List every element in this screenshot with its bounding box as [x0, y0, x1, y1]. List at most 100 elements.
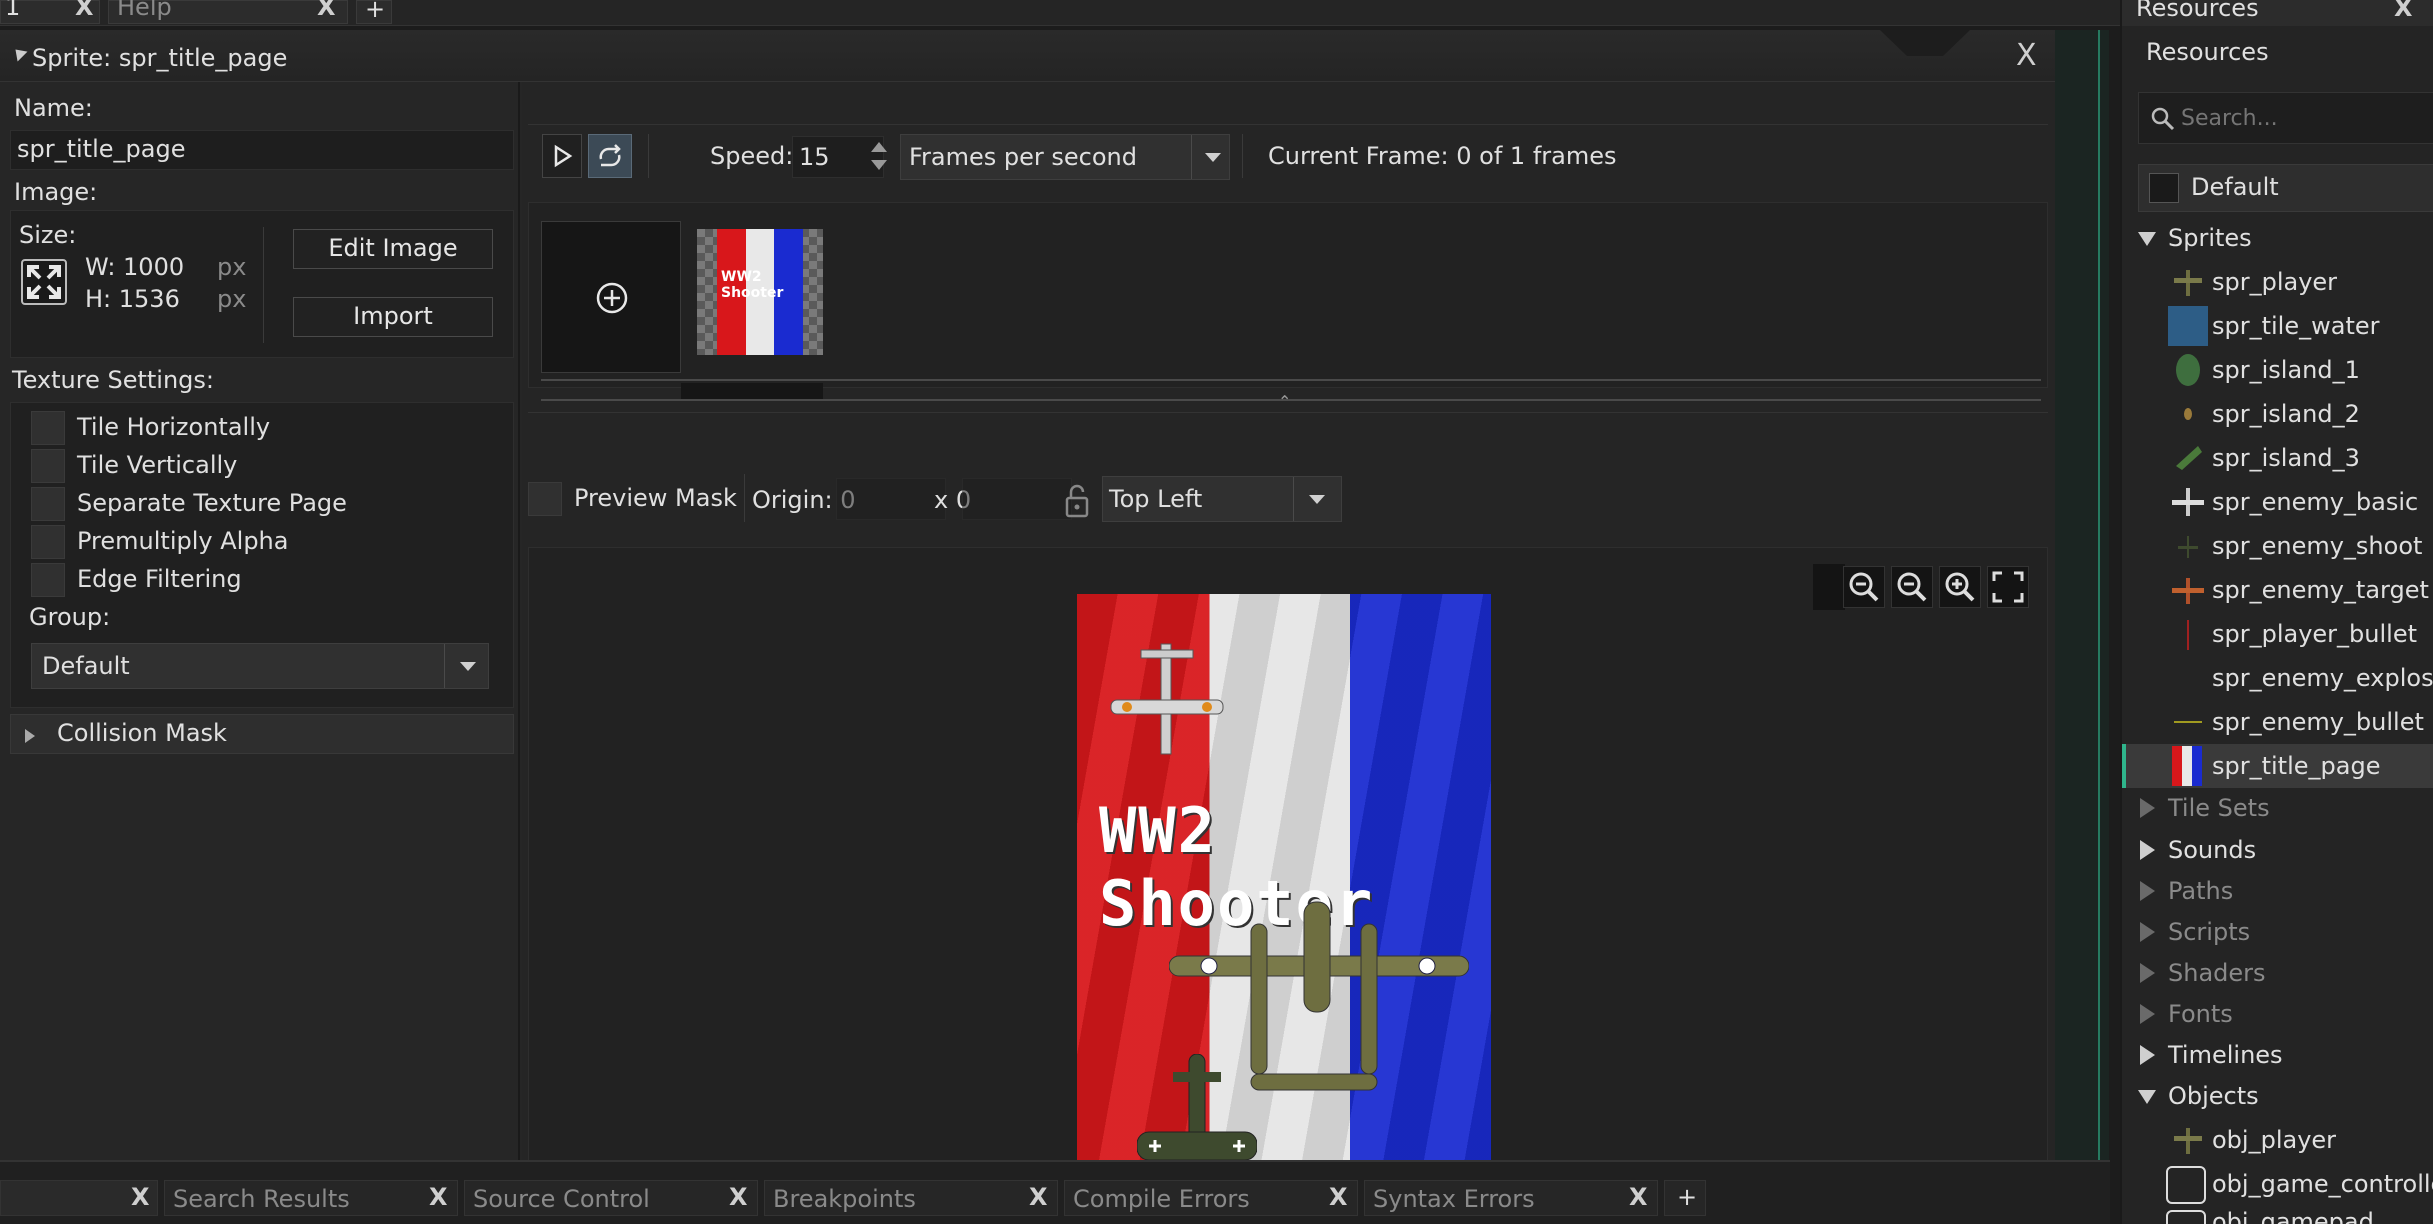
premultiply-alpha-checkbox[interactable] — [31, 525, 65, 559]
close-icon[interactable]: X — [75, 0, 94, 21]
resources-tab[interactable]: Resources X — [2122, 0, 2433, 26]
tab-compile-errors[interactable]: Compile Errors X — [1064, 1180, 1358, 1216]
collision-mask-section[interactable]: Collision Mask — [10, 714, 514, 754]
tab-search-results[interactable]: Search Results X — [164, 1180, 458, 1216]
folder-timelines[interactable]: Timelines — [2122, 1035, 2433, 1079]
resources-search[interactable] — [2138, 92, 2433, 144]
origin-x-field[interactable] — [836, 478, 946, 520]
origin-y-field[interactable] — [962, 478, 1072, 520]
folder-shaders[interactable]: Shaders — [2122, 953, 2433, 997]
resource-item-spr-enemy-explosion[interactable]: spr_enemy_explosio — [2122, 656, 2433, 700]
tab-source-control[interactable]: Source Control X — [464, 1180, 758, 1216]
resource-item-spr-tile-water[interactable]: spr_tile_water — [2122, 304, 2433, 348]
resource-group-selector[interactable]: Default — [2138, 164, 2433, 212]
zoom-out-button[interactable] — [1891, 566, 1933, 608]
timeline-track[interactable] — [541, 379, 2041, 381]
lock-icon[interactable] — [1062, 482, 1092, 520]
separate-texture-page-checkbox[interactable] — [31, 487, 65, 521]
close-icon[interactable]: X — [2394, 0, 2413, 22]
folder-sounds[interactable]: Sounds — [2122, 830, 2433, 874]
chevron-up-icon[interactable] — [871, 142, 887, 152]
texture-settings-label: Texture Settings: — [12, 366, 215, 394]
resources-panel: Resources X Resources Default Sprites sp… — [2120, 0, 2433, 1224]
resource-item-obj-gamepad[interactable]: obj_gamepad — [2122, 1206, 2433, 1224]
speed-stepper[interactable] — [868, 138, 890, 176]
chevron-down-icon[interactable] — [871, 160, 887, 170]
size-label: Size: — [19, 221, 77, 249]
tile-vertically-checkbox[interactable] — [31, 449, 65, 483]
zoom-toolbar-grip[interactable] — [1813, 564, 1845, 610]
close-icon[interactable]: X — [1029, 1183, 1048, 1211]
tab-output[interactable]: X — [0, 1180, 158, 1216]
close-window-icon[interactable]: X — [2016, 38, 2037, 73]
resource-item-spr-player[interactable]: spr_player — [2122, 260, 2433, 304]
resource-item-spr-island-1[interactable]: spr_island_1 — [2122, 348, 2433, 392]
close-icon[interactable]: X — [1329, 1183, 1348, 1211]
resource-item-obj-player[interactable]: obj_player — [2122, 1118, 2433, 1162]
resource-label: spr_enemy_basic — [2212, 488, 2419, 516]
search-input[interactable] — [2181, 103, 2431, 133]
close-icon[interactable]: X — [317, 0, 336, 21]
resource-item-spr-enemy-bullet[interactable]: spr_enemy_bullet — [2122, 700, 2433, 744]
tab-workspace-1[interactable]: 1 X — [0, 0, 100, 24]
resource-label: obj_player — [2212, 1126, 2337, 1154]
width-unit: px — [217, 253, 247, 281]
folder-paths[interactable]: Paths — [2122, 871, 2433, 915]
plane-icon — [2174, 1128, 2202, 1154]
preview-canvas[interactable]: WW2 Shooter — [528, 547, 2048, 1198]
folder-sprites[interactable]: Sprites — [2122, 216, 2433, 260]
expand-icon — [25, 729, 35, 743]
folder-scripts[interactable]: Scripts — [2122, 912, 2433, 956]
folder-label: Objects — [2168, 1082, 2259, 1110]
add-output-tab-button[interactable]: + — [1664, 1180, 1706, 1216]
resource-item-spr-enemy-target[interactable]: spr_enemy_target — [2122, 568, 2433, 612]
edge-filtering-checkbox[interactable] — [31, 563, 65, 597]
island-icon — [2184, 408, 2192, 420]
tab-label: Source Control — [473, 1185, 650, 1213]
edit-image-button[interactable]: Edit Image — [293, 229, 493, 269]
island-icon — [2176, 446, 2202, 470]
tab-syntax-errors[interactable]: Syntax Errors X — [1364, 1180, 1658, 1216]
current-frame-label: Current Frame: 0 of 1 frames — [1268, 142, 1617, 170]
collapse-icon[interactable] — [10, 44, 28, 62]
timeline-playhead[interactable] — [681, 383, 823, 399]
resource-item-spr-enemy-basic[interactable]: spr_enemy_basic — [2122, 480, 2433, 524]
collapse-chevron-icon[interactable]: ⌃ — [1278, 392, 1291, 411]
dropdown-divider — [1191, 135, 1192, 179]
play-button[interactable] — [542, 134, 582, 178]
import-button[interactable]: Import — [293, 297, 493, 337]
edge-filtering-label: Edge Filtering — [77, 565, 242, 593]
loop-button[interactable] — [588, 134, 632, 178]
zoom-reset-button[interactable] — [1843, 566, 1885, 608]
tile-horizontally-checkbox[interactable] — [31, 411, 65, 445]
name-field[interactable]: spr_title_page — [10, 130, 514, 170]
add-tab-button[interactable]: + — [356, 0, 392, 24]
tab-breakpoints[interactable]: Breakpoints X — [764, 1180, 1058, 1216]
resource-item-obj-game-controller[interactable]: obj_game_controller — [2122, 1162, 2433, 1206]
folder-fonts[interactable]: Fonts — [2122, 994, 2433, 1038]
folder-tile-sets[interactable]: Tile Sets — [2122, 788, 2433, 832]
resource-item-spr-player-bullet[interactable]: spr_player_bullet — [2122, 612, 2433, 656]
speed-value: 15 — [799, 143, 830, 171]
speed-unit-dropdown[interactable]: Frames per second — [900, 134, 1230, 180]
fullscreen-button[interactable] — [1987, 566, 2029, 608]
add-frame-button[interactable] — [541, 221, 681, 373]
resource-item-spr-island-3[interactable]: spr_island_3 — [2122, 436, 2433, 480]
folder-label: Scripts — [2168, 918, 2251, 946]
close-icon[interactable]: X — [429, 1183, 448, 1211]
frame-thumbnail[interactable]: WW2 Shooter — [697, 229, 823, 355]
sprite-window-titlebar[interactable]: Sprite: spr_title_page X — [0, 30, 2055, 82]
resource-item-spr-island-2[interactable]: spr_island_2 — [2122, 392, 2433, 436]
tab-help[interactable]: Help X — [108, 0, 348, 24]
preview-mask-checkbox[interactable] — [528, 482, 562, 516]
close-icon[interactable]: X — [729, 1183, 748, 1211]
zoom-in-button[interactable] — [1939, 566, 1981, 608]
close-icon[interactable]: X — [131, 1183, 150, 1211]
group-dropdown[interactable]: Default — [31, 643, 489, 689]
resize-icon[interactable] — [21, 259, 67, 305]
close-icon[interactable]: X — [1629, 1183, 1648, 1211]
resource-item-spr-enemy-shoot[interactable]: spr_enemy_shoot — [2122, 524, 2433, 568]
resource-item-spr-title-page[interactable]: spr_title_page — [2122, 744, 2433, 788]
origin-preset-dropdown[interactable]: Top Left — [1102, 476, 1342, 522]
folder-objects[interactable]: Objects — [2122, 1076, 2433, 1120]
